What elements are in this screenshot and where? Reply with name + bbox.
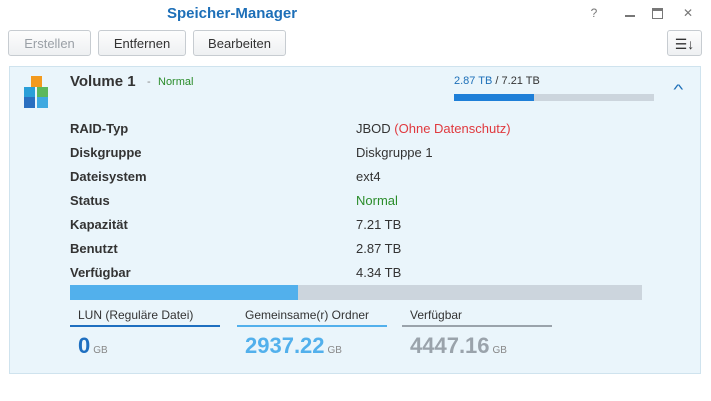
stat-shared-unit: GB xyxy=(327,345,342,356)
usage-total: 7.21 TB xyxy=(501,75,540,87)
close-icon[interactable]: ✕ xyxy=(680,6,696,20)
filesystem-value: ext4 xyxy=(356,169,381,184)
status-label: Status xyxy=(70,193,110,208)
stat-shared-value: 2937.22 GB xyxy=(245,333,342,359)
stat-available-label: Verfügbar xyxy=(410,308,463,322)
raid-type-value: JBOD (Ohne Datenschutz) xyxy=(356,121,511,136)
capacity-bar xyxy=(70,285,642,300)
filesystem-label: Dateisystem xyxy=(70,169,147,184)
sort-icon[interactable]: ☰↓ xyxy=(667,30,702,56)
stat-available-value: 4447.16 GB xyxy=(410,333,507,359)
edit-button[interactable]: Bearbeiten xyxy=(193,30,286,56)
volume-icon xyxy=(24,76,48,108)
raid-protection-note: (Ohne Datenschutz) xyxy=(394,121,511,136)
used-value: 2.87 TB xyxy=(356,241,402,256)
maximize-icon[interactable] xyxy=(650,6,666,20)
app-title: Speicher-Manager xyxy=(167,5,298,22)
minimize-icon[interactable] xyxy=(622,6,638,20)
diskgroup-value: Diskgruppe 1 xyxy=(356,145,433,160)
stat-available: Verfügbar 4447.16 GB xyxy=(402,305,552,358)
stat-lun-label: LUN (Reguläre Datei) xyxy=(78,308,194,322)
capacity-label: Kapazität xyxy=(70,217,128,232)
stat-available-number: 4447.16 xyxy=(410,333,490,358)
help-icon[interactable]: ? xyxy=(586,6,602,20)
capacity-value: 7.21 TB xyxy=(356,217,402,232)
volume-name: Volume 1 xyxy=(70,73,136,90)
stat-lun-number: 0 xyxy=(78,333,91,358)
stat-lun-value: 0 GB xyxy=(78,333,108,359)
stat-lun-underline xyxy=(70,325,220,327)
raid-type-text: JBOD xyxy=(356,121,391,136)
diskgroup-label: Diskgruppe xyxy=(70,145,142,160)
status-value: Normal xyxy=(356,193,398,208)
volume-separator: - xyxy=(147,76,151,88)
create-button[interactable]: Erstellen xyxy=(8,30,91,56)
stat-shared-label: Gemeinsame(r) Ordner xyxy=(245,308,370,322)
available-label: Verfügbar xyxy=(70,265,131,280)
chevron-up-icon[interactable]: ^ xyxy=(673,81,683,97)
raid-type-label: RAID-Typ xyxy=(70,121,129,136)
used-label: Benutzt xyxy=(70,241,118,256)
usage-bar-fill xyxy=(454,94,534,101)
remove-button[interactable]: Entfernen xyxy=(98,30,186,56)
stat-available-unit: GB xyxy=(492,345,507,356)
capacity-bar-fill xyxy=(70,285,298,300)
title-bar: Speicher-Manager ? ✕ xyxy=(0,0,711,28)
usage-bar xyxy=(454,94,654,101)
usage-summary: 2.87 TB / 7.21 TB xyxy=(454,75,540,87)
available-value: 4.34 TB xyxy=(356,265,402,280)
volume-status: Normal xyxy=(158,76,194,88)
volume-panel: Volume 1 - Normal 2.87 TB / 7.21 TB ^ RA… xyxy=(9,66,701,374)
stat-shared-number: 2937.22 xyxy=(245,333,325,358)
stat-shared-underline xyxy=(237,325,387,327)
stat-available-underline xyxy=(402,325,552,327)
usage-slash: / xyxy=(495,75,499,87)
stat-lun: LUN (Reguläre Datei) 0 GB xyxy=(70,305,220,358)
usage-used: 2.87 TB xyxy=(454,75,493,87)
stat-lun-unit: GB xyxy=(93,345,108,356)
stat-shared: Gemeinsame(r) Ordner 2937.22 GB xyxy=(237,305,387,358)
